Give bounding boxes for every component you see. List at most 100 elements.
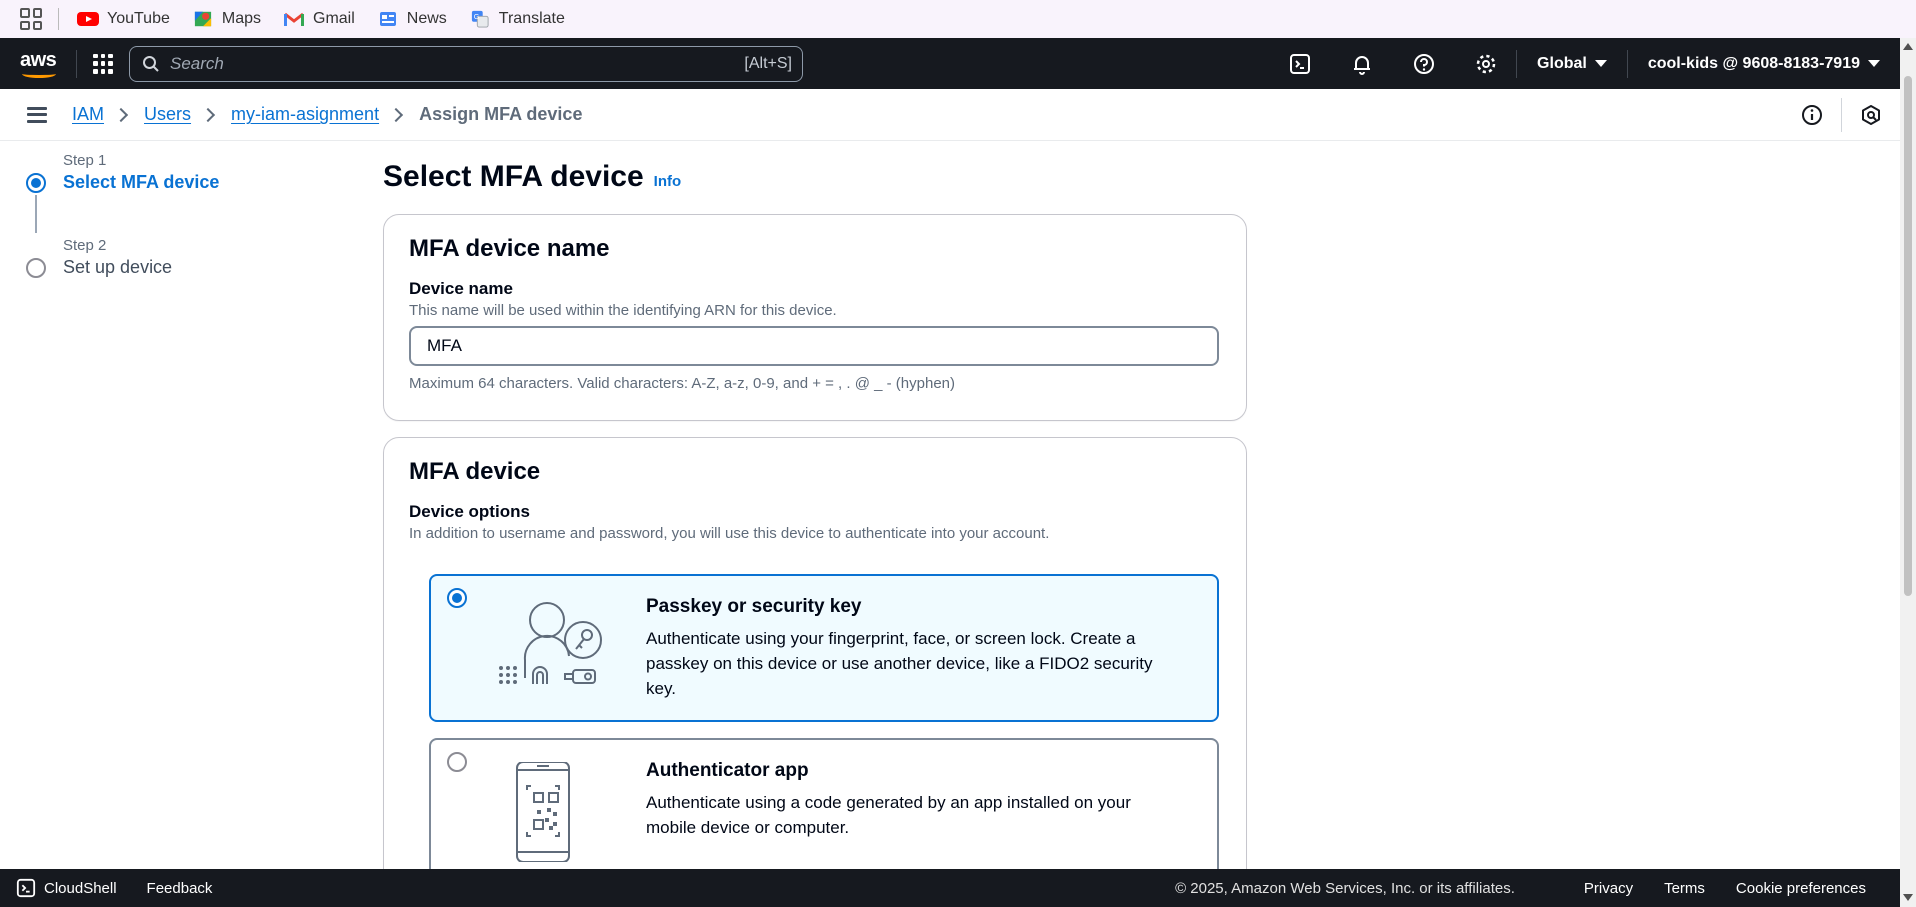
- option-description: Authenticate using your fingerprint, fac…: [646, 629, 1153, 698]
- breadcrumb-bar: IAM Users my-iam-asignment Assign MFA de…: [0, 89, 1900, 141]
- cloudshell-footer-button[interactable]: CloudShell: [16, 878, 117, 898]
- nav-right-group: Global cool-kids @ 9608-8183-7919: [1268, 38, 1900, 89]
- wizard-steps: Step 1 Select MFA device Step 2 Set up d…: [26, 152, 219, 278]
- apps-grid-icon[interactable]: [20, 8, 42, 30]
- radio-passkey[interactable]: [447, 588, 467, 608]
- privacy-link[interactable]: Privacy: [1584, 880, 1633, 897]
- breadcrumb-users[interactable]: Users: [144, 104, 191, 125]
- scroll-up-arrow-icon[interactable]: [1903, 43, 1913, 50]
- option-authenticator-app[interactable]: Authenticator app Authenticate using a c…: [429, 738, 1219, 886]
- gmail-icon: [284, 12, 304, 26]
- hamburger-menu-icon[interactable]: [27, 106, 47, 123]
- option-description: Authenticate using a code generated by a…: [646, 793, 1131, 837]
- cloudshell-label: CloudShell: [44, 879, 117, 897]
- step-connector: [35, 195, 37, 233]
- page-scrollbar[interactable]: [1900, 38, 1916, 907]
- search-icon: [143, 55, 159, 72]
- device-name-description: This name will be used within the identi…: [409, 302, 837, 319]
- region-selector[interactable]: Global: [1517, 55, 1627, 73]
- step-inactive-indicator: [26, 257, 46, 278]
- step-number: Step 1: [63, 152, 107, 169]
- services-menu-icon[interactable]: [93, 53, 113, 74]
- region-label: Global: [1537, 54, 1587, 72]
- cloudshell-icon: [16, 878, 36, 898]
- search-placeholder: Search: [170, 53, 224, 73]
- breadcrumb-iam[interactable]: IAM: [72, 104, 104, 125]
- q-assistant-icon: [1862, 104, 1880, 125]
- copyright-text: © 2025, Amazon Web Services, Inc. or its…: [1175, 879, 1515, 897]
- youtube-icon: [77, 12, 99, 26]
- bookmark-label: YouTube: [107, 10, 170, 27]
- caret-down-icon: [1868, 60, 1880, 67]
- bookmark-gmail[interactable]: Gmail: [283, 10, 355, 28]
- device-name-card: MFA device name Device name This name wi…: [383, 214, 1247, 421]
- help-icon: [1413, 53, 1434, 74]
- option-passkey[interactable]: Passkey or security key Authenticate usi…: [429, 574, 1219, 722]
- device-name-input[interactable]: MFA: [409, 326, 1219, 366]
- caret-down-icon: [1594, 60, 1607, 67]
- q-assistant-button[interactable]: [1842, 89, 1900, 140]
- device-name-constraint: Maximum 64 characters. Valid characters:…: [409, 375, 955, 392]
- bookmark-news[interactable]: News: [377, 10, 447, 28]
- main-content: Select MFA device Info MFA device name D…: [383, 160, 1247, 907]
- account-label: cool-kids @ 9608-8183-7919: [1647, 54, 1860, 72]
- bookmarks-bar: YouTube Maps Gmail News G Translate: [0, 0, 1916, 38]
- chevron-right-icon: [113, 107, 129, 122]
- card-heading: MFA device: [409, 458, 541, 485]
- bell-icon: [1353, 55, 1370, 75]
- news-icon: [379, 12, 396, 26]
- maps-icon: [194, 11, 211, 27]
- option-title: Passkey or security key: [646, 596, 862, 617]
- wizard-step-1[interactable]: Step 1 Select MFA device: [26, 152, 219, 193]
- console-footer: CloudShell Feedback © 2025, Amazon Web S…: [0, 869, 1900, 907]
- cookie-preferences-link[interactable]: Cookie preferences: [1736, 880, 1866, 897]
- bookmark-maps[interactable]: Maps: [192, 10, 261, 28]
- breadcrumb-current: Assign MFA device: [419, 104, 583, 124]
- mfa-device-card: MFA device Device options In addition to…: [383, 437, 1247, 897]
- breadcrumb-tools: [1783, 89, 1900, 140]
- search-shortcut: [Alt+S]: [744, 54, 792, 72]
- chevron-right-icon: [389, 107, 404, 122]
- aws-top-navigation: aws Search [Alt+S] Global cool-kids @ 96…: [0, 38, 1900, 89]
- page-title: Select MFA device: [383, 160, 644, 193]
- radio-authenticator-app[interactable]: [447, 752, 467, 772]
- cloudshell-button[interactable]: [1268, 38, 1330, 89]
- scrollbar-thumb[interactable]: [1904, 76, 1912, 596]
- feedback-link[interactable]: Feedback: [147, 880, 213, 897]
- help-button[interactable]: [1392, 38, 1454, 89]
- step-active-indicator: [26, 172, 46, 193]
- option-title: Authenticator app: [646, 760, 809, 781]
- cloudshell-icon: [1289, 53, 1310, 74]
- nav-divider: [76, 49, 77, 78]
- notifications-button[interactable]: [1330, 38, 1392, 89]
- bookmarks-divider: [58, 8, 59, 30]
- step-name: Set up device: [63, 257, 173, 277]
- account-menu[interactable]: cool-kids @ 9608-8183-7919: [1628, 55, 1900, 73]
- step-name: Select MFA device: [63, 172, 220, 192]
- breadcrumb-user[interactable]: my-iam-asignment: [231, 104, 379, 125]
- info-link[interactable]: Info: [654, 173, 682, 190]
- step-number: Step 2: [63, 237, 107, 254]
- device-options-label: Device options: [409, 502, 530, 521]
- card-heading: MFA device name: [409, 235, 610, 262]
- terms-link[interactable]: Terms: [1664, 880, 1705, 897]
- info-panel-button[interactable]: [1783, 89, 1841, 140]
- device-name-label: Device name: [409, 279, 513, 298]
- bookmark-label: Maps: [221, 10, 261, 27]
- bookmark-youtube[interactable]: YouTube: [77, 10, 170, 28]
- search-input[interactable]: Search [Alt+S]: [129, 45, 803, 82]
- bookmark-translate[interactable]: G Translate: [469, 10, 565, 28]
- aws-logo[interactable]: aws: [20, 49, 60, 79]
- translate-icon: G: [471, 10, 489, 28]
- info-icon: [1802, 104, 1822, 125]
- svg-text:G: G: [473, 12, 479, 21]
- gear-icon: [1476, 54, 1495, 73]
- scroll-down-arrow-icon[interactable]: [1903, 894, 1913, 901]
- chevron-right-icon: [200, 107, 216, 122]
- wizard-step-2: Step 2 Set up device: [26, 237, 219, 278]
- bookmark-label: Translate: [498, 10, 565, 27]
- passkey-illustration: [499, 602, 602, 684]
- bookmark-label: Gmail: [313, 10, 355, 27]
- authenticator-app-illustration: [516, 762, 570, 862]
- settings-button[interactable]: [1454, 38, 1516, 89]
